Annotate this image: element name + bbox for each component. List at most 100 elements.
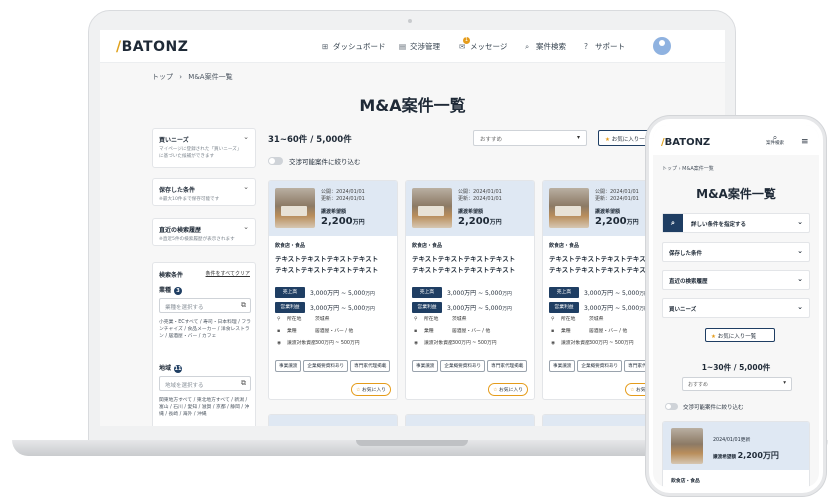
- phone-buy-needs-row[interactable]: 買いニーズ ⌄: [662, 298, 810, 318]
- sales-value: 3,000万円 ~ 5,000万円: [447, 290, 512, 297]
- search-history-panel[interactable]: 直近の検索履歴 ⌄ ※直近5件の検索履歴が表示されます: [152, 218, 256, 246]
- brand-logo[interactable]: /BATONZ: [116, 39, 188, 55]
- card-favorite-button[interactable]: ☆ お気に入り: [351, 383, 391, 396]
- deal-card-next[interactable]: [268, 414, 398, 426]
- phone-search-button[interactable]: ⌕ 案件検索: [766, 134, 784, 147]
- phone-brand-logo[interactable]: /BATONZ: [661, 137, 710, 148]
- nav-deal-search[interactable]: ⌕ 案件検索: [525, 41, 566, 52]
- phone-screen: /BATONZ ⌕ 案件検索 ≡ トップ › M&A案件一覧 M&A案件一覧 ⌕ 詳…: [653, 125, 819, 487]
- phone-result-count: 1~30件 / 5,000件: [701, 363, 771, 372]
- clear-all-conditions-link[interactable]: 条件をすべてクリア: [206, 270, 250, 277]
- profit-value: 3,000万円 ~ 5,000万円: [447, 305, 512, 312]
- industry-selected-list: 小売業・ECすべて / 寿司・日本料理 / フランチャイズ / 食品メーカー /…: [159, 320, 251, 339]
- help-icon: ?: [584, 42, 588, 51]
- breadcrumb-separator: ›: [179, 73, 183, 81]
- negotiable-toggle[interactable]: [268, 157, 283, 165]
- industry-row: ▪ 業種 居酒屋・バー / 他: [414, 329, 491, 334]
- card-chips: 事業譲渡 企業概要資料あり 専門家代理掲載: [412, 352, 534, 375]
- saved-conditions-title: 保存した条件: [159, 187, 196, 194]
- breadcrumb-home[interactable]: トップ: [152, 73, 173, 81]
- laptop-notch: [356, 440, 468, 446]
- phone-detailed-search-row[interactable]: ⌕ 詳しい条件を指定する ⌄: [662, 213, 810, 233]
- phone-favorites-list-button[interactable]: ★ お気に入り一覧: [705, 328, 775, 342]
- phone-breadcrumb: トップ › M&A案件一覧: [662, 166, 714, 172]
- breadcrumb-current: M&A案件一覧: [188, 73, 233, 81]
- region-label: 地域 11: [159, 364, 183, 373]
- phone-card-category: 飲食店・食品: [671, 479, 700, 484]
- region-count-badge: 11: [174, 364, 183, 373]
- sales-row: 売上高 3,000万円 ~ 5,000万円: [275, 282, 397, 298]
- price-label: 譲渡希望額: [321, 209, 347, 215]
- phone-card-price: 譲渡希望額 2,200万円: [713, 451, 779, 460]
- hamburger-menu-icon[interactable]: ≡: [801, 137, 809, 147]
- sort-select[interactable]: おすすめ ▾: [473, 130, 587, 146]
- industry-row: ▪ 業種 居酒屋・バー / 他: [551, 329, 628, 334]
- nav-negotiation[interactable]: ▤ 交渉管理: [399, 41, 440, 52]
- card-favorite-button[interactable]: ☆ お気に入り: [488, 383, 528, 396]
- caret-down-icon: ▾: [783, 380, 786, 386]
- phone-deal-card[interactable]: 2024/01/01更新 譲渡希望額 2,200万円 飲食店・食品: [662, 421, 810, 487]
- chevron-down-icon: ⌄: [243, 223, 249, 231]
- chip: 企業概要資料あり: [303, 360, 349, 372]
- phone-saved-conditions-row[interactable]: 保存した条件 ⌄: [662, 242, 810, 262]
- message-count-badge: 1: [463, 37, 470, 44]
- sales-row: 売上高 3,000万円 ~ 5,000万円: [412, 282, 534, 298]
- profit-tag: 営業利益: [412, 302, 442, 313]
- profit-tag: 営業利益: [549, 302, 579, 313]
- card-title[interactable]: テキストテキストテキストテキスト テキストテキストテキストテキスト: [275, 254, 397, 276]
- nav-dashboard[interactable]: ⊞ ダッシュボード: [322, 41, 386, 52]
- industry-select-input[interactable]: 業種を選択する ⧉: [159, 298, 251, 313]
- profit-row: 営業利益 3,000万円 ~ 5,000万円: [275, 297, 397, 313]
- location-row: ⚲ 所在地 茨城県: [277, 317, 330, 322]
- search-filter-panel: 検索条件 条件をすべてクリア 業種 3 業種を選択する ⧉ 小売業・ECすべて / …: [152, 262, 256, 426]
- price-value: 2,200万円: [321, 216, 365, 227]
- buy-needs-panel[interactable]: 買いニーズ ⌄ マイページに登録された「買いニーズ」に基づいた候補ができます: [152, 128, 256, 168]
- search-history-desc: ※直近5件の検索履歴が表示されます: [159, 237, 235, 242]
- chip: 事業譲渡: [412, 360, 439, 372]
- chevron-down-icon: ⌄: [243, 183, 249, 191]
- user-avatar[interactable]: [653, 37, 671, 55]
- nav-support[interactable]: ? サポート: [584, 41, 625, 52]
- chevron-down-icon: ⌄: [797, 218, 803, 226]
- deal-card-next[interactable]: [405, 414, 535, 426]
- phone-page-title: M&A案件一覧: [696, 187, 776, 201]
- chevron-down-icon: ⌄: [243, 133, 249, 141]
- page-title: M&A案件一覧: [359, 96, 466, 115]
- caret-down-icon: ▾: [576, 134, 580, 141]
- region-selected-list: 関東地方すべて / 東北地方すべて / 新潟 / 富山 / 石川 / 愛知 / …: [159, 398, 250, 417]
- external-link-icon: ⧉: [241, 301, 246, 309]
- phone-frame: /BATONZ ⌕ 案件検索 ≡ トップ › M&A案件一覧 M&A案件一覧 ⌕ 詳…: [646, 116, 826, 496]
- result-count: 31~60件 / 5,000件: [268, 135, 352, 145]
- phone-search-history-row[interactable]: 直近の検索履歴 ⌄: [662, 270, 810, 290]
- saved-conditions-panel[interactable]: 保存した条件 ⌄ ※最大10件まで保存可能です: [152, 178, 256, 206]
- category-label: 飲食店・食品: [549, 243, 580, 249]
- region-select-input[interactable]: 地域を選択する ⧉: [159, 376, 251, 391]
- profit-value: 3,000万円 ~ 5,000万円: [310, 305, 375, 312]
- search-icon: ⌕: [663, 214, 683, 232]
- buy-needs-desc: マイページに登録された「買いニーズ」に基づいた候補ができます: [159, 147, 242, 159]
- star-icon: ★: [605, 137, 610, 143]
- deal-card[interactable]: 公開：2024/01/01 更新：2024/01/01 譲渡希望額 2,200万円…: [405, 180, 535, 400]
- card-title[interactable]: テキストテキストテキストテキスト テキストテキストテキストテキスト: [412, 254, 534, 276]
- phone-negotiable-toggle[interactable]: [665, 403, 678, 410]
- chip: 企業概要資料あり: [440, 360, 486, 372]
- industry-row: ▪ 業種 居酒屋・バー / 他: [277, 329, 354, 334]
- deal-thumbnail: [671, 428, 703, 464]
- buy-needs-title: 買いニーズ: [159, 137, 189, 144]
- industry-count-badge: 3: [174, 286, 183, 295]
- phone-sort-select[interactable]: おすすめ ▾: [682, 377, 792, 391]
- profit-row: 営業利益 3,000万円 ~ 5,000万円: [412, 297, 534, 313]
- briefcase-icon: ▪: [551, 329, 555, 334]
- deal-card[interactable]: 公開：2024/01/01 更新：2024/01/01 譲渡希望額 2,200万円…: [268, 180, 398, 400]
- location-row: ⚲ 所在地 茨城県: [551, 317, 604, 322]
- price-label: 譲渡希望額: [595, 209, 621, 215]
- deal-thumbnail: [275, 188, 315, 228]
- sales-value: 3,000万円 ~ 5,000万円: [584, 290, 649, 297]
- profit-tag: 営業利益: [275, 302, 305, 313]
- laptop-screen: /BATONZ ⊞ ダッシュボード ▤ 交渉管理 ✉ メッセージ 1 ⌕ 案件検索 ? サ…: [100, 30, 725, 426]
- profit-value: 3,000万円 ~ 5,000万円: [584, 305, 649, 312]
- chip: 事業譲渡: [275, 360, 302, 372]
- deal-thumbnail: [412, 188, 452, 228]
- asset-row: ◉ 譲渡対象資産300万円 ~ 500万円: [414, 341, 497, 346]
- star-icon: ☆: [630, 388, 635, 393]
